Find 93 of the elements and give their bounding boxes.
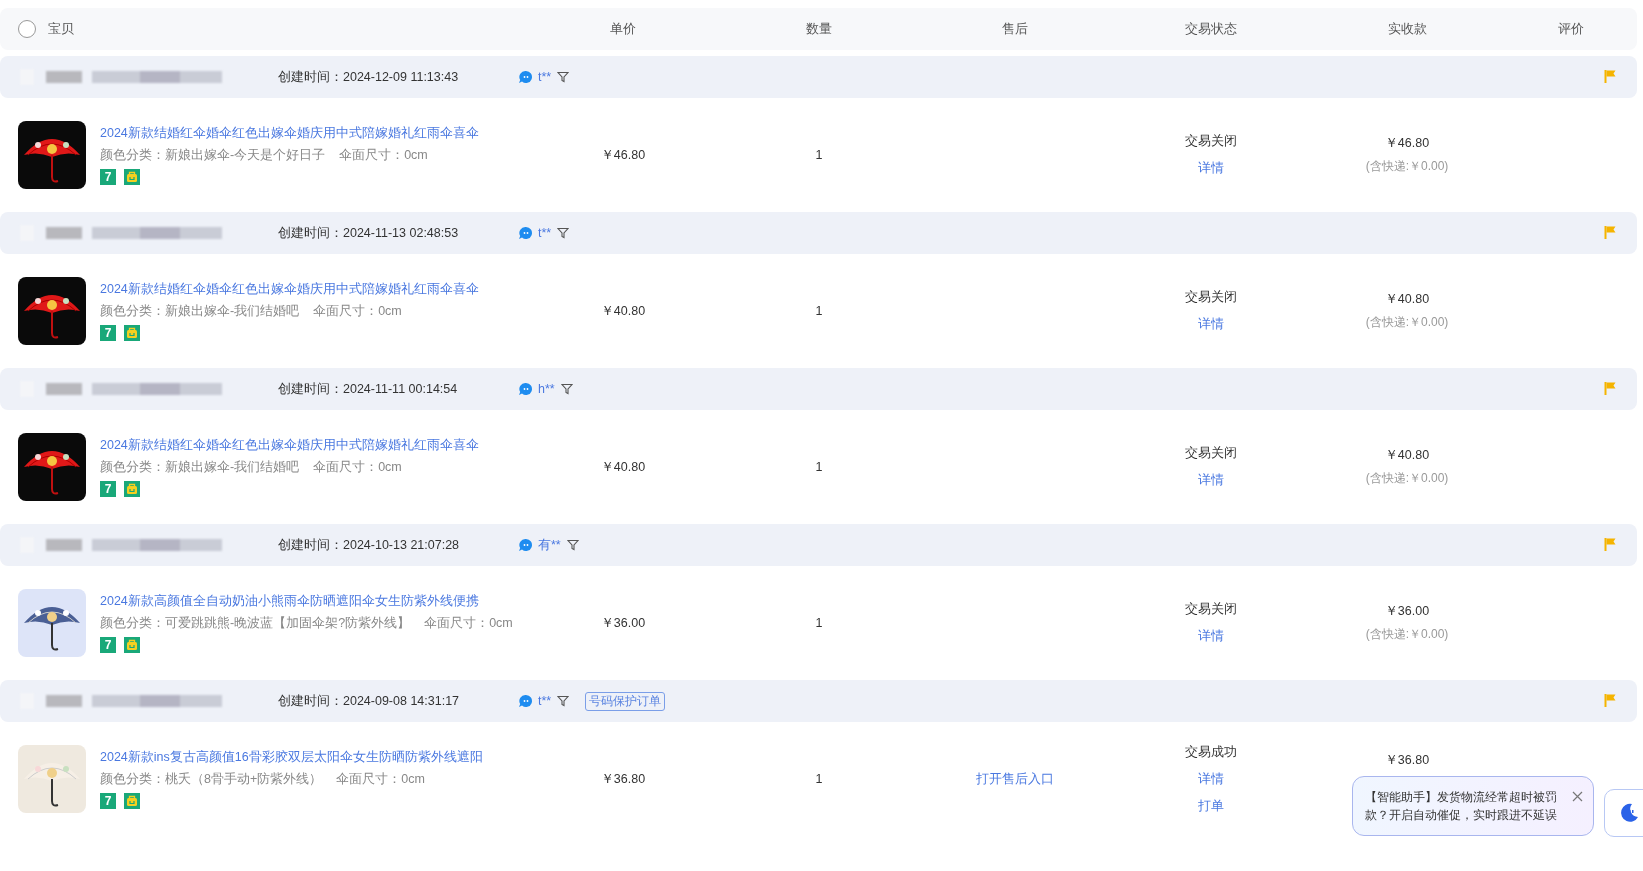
assistant-button[interactable]: [1604, 789, 1643, 837]
product-title-link[interactable]: 2024新款高颜值全自动奶油小熊雨伞防晒遮阳伞女生防紫外线便携: [100, 593, 513, 610]
chat-icon[interactable]: [518, 69, 534, 85]
order-action-link[interactable]: 打单: [1198, 797, 1224, 815]
trade-status: 交易关闭: [1185, 601, 1237, 618]
column-header: 宝贝: [48, 20, 74, 38]
flag-icon[interactable]: [1604, 693, 1617, 708]
shipping-fee: (含快递:￥0.00): [1365, 158, 1449, 175]
buyer-name[interactable]: h**: [538, 382, 555, 396]
return-badge: 7: [100, 637, 116, 653]
assistant-message: 【智能助手】发货物流经常超时被罚款？开启自动催促，实时跟进不延误: [1365, 789, 1558, 824]
amount-received: ￥40.80: [1384, 291, 1430, 308]
return-badge: 7: [100, 325, 116, 341]
product-spec: 颜色分类：新娘出嫁伞-我们结婚吧: [100, 459, 300, 476]
filter-icon[interactable]: [557, 227, 570, 239]
column-header: 实收款: [1386, 20, 1428, 38]
filter-icon[interactable]: [566, 539, 579, 551]
chat-icon[interactable]: [518, 381, 534, 397]
unit-price: ￥46.80: [600, 146, 646, 164]
created-time: 创建时间：2024-10-13 21:07:28: [278, 536, 461, 554]
quantity: 1: [815, 616, 823, 630]
trade-status: 交易关闭: [1185, 133, 1237, 150]
unit-price: ￥36.80: [600, 770, 646, 788]
created-time: 创建时间：2024-12-09 11:13:43: [278, 68, 460, 86]
quantity: 1: [815, 304, 823, 318]
shopping-bag-icon: [124, 793, 140, 809]
order-action-link[interactable]: 详情: [1198, 160, 1224, 177]
flag-icon[interactable]: [1604, 537, 1617, 552]
filter-icon[interactable]: [560, 383, 573, 395]
close-button[interactable]: [1572, 791, 1583, 802]
product-spec: 颜色分类：桃夭（8骨手动+防紫外线）: [100, 771, 323, 788]
flag-icon[interactable]: [1604, 381, 1617, 396]
buyer-name[interactable]: 有**: [538, 536, 561, 554]
created-time: 创建时间：2024-11-11 00:14:54: [278, 380, 459, 398]
product-spec: 颜色分类：新娘出嫁伞-今天是个好日子: [100, 147, 326, 164]
trade-status: 交易成功: [1185, 743, 1237, 761]
product-spec: 伞面尺寸：0cm: [313, 303, 402, 320]
buyer-name[interactable]: t**: [538, 226, 552, 240]
column-header: 交易状态: [1184, 20, 1238, 38]
column-header: 单价: [609, 20, 637, 38]
order-action-link[interactable]: 详情: [1198, 472, 1224, 489]
column-header: 数量: [805, 20, 833, 38]
amount-received: ￥46.80: [1384, 135, 1430, 152]
amount-received: ￥36.80: [1384, 751, 1430, 769]
trade-status: 交易关闭: [1185, 445, 1237, 462]
amount-received: ￥40.80: [1384, 447, 1430, 464]
shopping-bag-icon: [124, 481, 140, 497]
order-action-link[interactable]: 详情: [1198, 316, 1224, 333]
product-title-link[interactable]: 2024新款ins复古高颜值16骨彩胶双层太阳伞女生防晒防紫外线遮阳: [100, 749, 483, 766]
filter-icon[interactable]: [557, 71, 570, 83]
after-sale-link[interactable]: 打开售后入口: [976, 770, 1054, 788]
shipping-fee: (含快递:￥0.00): [1365, 470, 1449, 487]
chat-icon[interactable]: [518, 225, 534, 241]
product-spec: 颜色分类：可爱跳跳熊-晚波蓝【加固伞架?防紫外线】: [100, 615, 411, 632]
column-header: 评价: [1557, 20, 1585, 38]
unit-price: ￥40.80: [600, 302, 646, 320]
quantity: 1: [815, 772, 823, 786]
shipping-fee: (含快递:￥0.00): [1365, 626, 1449, 643]
product-title-link[interactable]: 2024新款结婚红伞婚伞红色出嫁伞婚庆用中式陪嫁婚礼红雨伞喜伞: [100, 125, 479, 142]
product-spec: 伞面尺寸：0cm: [339, 147, 428, 164]
product-spec: 颜色分类：新娘出嫁伞-我们结婚吧: [100, 303, 300, 320]
unit-price: ￥36.00: [600, 614, 646, 632]
buyer-name[interactable]: t**: [538, 70, 552, 84]
return-badge: 7: [100, 169, 116, 185]
return-badge: 7: [100, 793, 116, 809]
chat-icon[interactable]: [518, 537, 534, 553]
created-time: 创建时间：2024-09-08 14:31:17: [278, 692, 461, 710]
trade-status: 交易关闭: [1185, 289, 1237, 306]
select-all-checkbox[interactable]: [18, 20, 36, 38]
flag-icon[interactable]: [1604, 69, 1617, 84]
column-header: 售后: [1001, 20, 1029, 38]
product-title-link[interactable]: 2024新款结婚红伞婚伞红色出嫁伞婚庆用中式陪嫁婚礼红雨伞喜伞: [100, 281, 479, 298]
product-title-link[interactable]: 2024新款结婚红伞婚伞红色出嫁伞婚庆用中式陪嫁婚礼红雨伞喜伞: [100, 437, 479, 454]
shopping-bag-icon: [124, 169, 140, 185]
unit-price: ￥40.80: [600, 458, 646, 476]
order-action-link[interactable]: 详情: [1198, 628, 1224, 645]
quantity: 1: [815, 148, 823, 162]
flag-icon[interactable]: [1604, 225, 1617, 240]
buyer-name[interactable]: t**: [538, 694, 552, 708]
order-tag: 号码保护订单: [585, 691, 666, 711]
shipping-fee: (含快递:￥0.00): [1365, 314, 1449, 331]
shopping-bag-icon: [124, 637, 140, 653]
quantity: 1: [815, 460, 823, 474]
amount-received: ￥36.00: [1384, 603, 1430, 620]
product-spec: 伞面尺寸：0cm: [336, 771, 425, 788]
chat-icon[interactable]: [518, 693, 534, 709]
product-spec: 伞面尺寸：0cm: [424, 615, 513, 632]
created-time: 创建时间：2024-11-13 02:48:53: [278, 224, 460, 242]
shopping-bag-icon: [124, 325, 140, 341]
product-spec: 伞面尺寸：0cm: [313, 459, 402, 476]
filter-icon[interactable]: [557, 695, 570, 707]
order-action-link[interactable]: 详情: [1198, 770, 1224, 788]
return-badge: 7: [100, 481, 116, 497]
